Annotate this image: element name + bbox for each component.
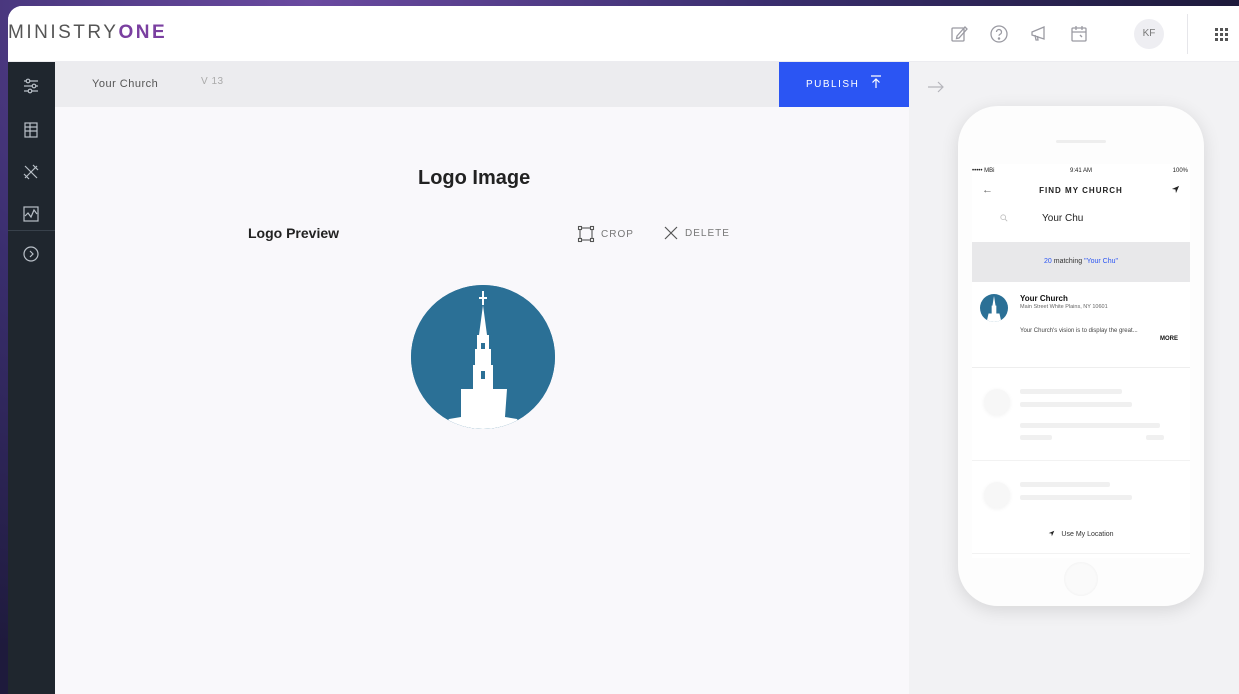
publish-button[interactable]: PUBLISH [779,62,909,107]
arrow-right-icon[interactable] [927,81,945,93]
version-label: V 13 [201,76,224,87]
section-label: Logo Preview [248,225,340,241]
help-icon[interactable] [989,24,1009,44]
phone-nav-title: FIND MY CHURCH [1039,186,1123,195]
home-button [1064,562,1098,596]
placeholder-avatar [984,389,1010,415]
close-icon [664,226,678,240]
match-text: matching [1051,258,1085,265]
arrow-circle-icon[interactable] [21,244,41,264]
sliders-icon[interactable] [21,76,41,96]
placeholder-row [972,369,1190,461]
upload-icon [871,75,881,88]
search-input[interactable]: Your Chu [1042,213,1083,224]
result-name: Your Church [1020,294,1068,303]
location-arrow-icon [1049,530,1055,537]
match-count: 20 [1044,258,1052,265]
location-arrow-icon[interactable] [1171,185,1180,194]
brand-suffix: ONE [118,22,168,43]
location-label: Use My Location [1061,531,1114,538]
more-link[interactable]: MORE [1160,336,1178,342]
crop-icon [577,225,595,243]
edit-icon[interactable] [949,24,969,44]
status-time: 9:41 AM [1069,168,1092,174]
page-title: Logo Image [418,167,531,189]
crop-label: CROP [601,228,634,240]
placeholder-avatar [984,482,1010,508]
layers-icon[interactable] [21,120,41,140]
sidebar-divider [8,230,55,231]
result-address: Main Street White Plains, NY 10601 [1020,304,1108,310]
battery-label: 100% [1172,168,1188,174]
brand-prefix: MINISTRY [8,22,119,43]
main-editor: Logo Image Logo Preview CROP DELETE [55,107,909,694]
match-summary: 20 matching "Your Chu" [972,242,1190,282]
placeholder-line [1020,402,1132,407]
steeple-icon [986,295,1002,322]
brand-logo[interactable]: MINISTRYONE [8,22,167,44]
church-name[interactable]: Your Church [92,78,158,90]
phone-search[interactable]: Your Chu [972,210,1190,230]
placeholder-line [1020,423,1160,428]
crop-button[interactable]: CROP [577,225,634,243]
header-divider [1187,14,1188,54]
phone-screen: ••••• MBi 9:41 AM 100% ← FIND MY CHURCH … [972,164,1190,558]
church-logo-preview [411,285,555,429]
match-query: "Your Chu" [1084,258,1118,265]
steeple-icon [411,285,555,429]
placeholder-line [1146,435,1164,440]
church-result-card[interactable]: Your Church Main Street White Plains, NY… [972,282,1190,368]
placeholder-line [1020,482,1110,487]
placeholder-line [1020,435,1052,440]
phone-speaker [1056,140,1106,143]
delete-button[interactable]: DELETE [663,225,730,241]
top-bar: MINISTRYONE KF [8,6,1239,62]
user-avatar[interactable]: KF [1134,19,1164,49]
grid-icon[interactable] [1211,24,1231,44]
sidebar [8,62,55,694]
mobile-preview-panel: ••••• MBi 9:41 AM 100% ← FIND MY CHURCH … [909,62,1239,694]
phone-mockup: ••••• MBi 9:41 AM 100% ← FIND MY CHURCH … [958,106,1204,606]
phone-nav: ← FIND MY CHURCH [972,182,1190,200]
delete-label: DELETE [685,227,730,239]
analytics-icon[interactable] [21,204,41,224]
project-bar: Your Church V 13 [55,62,779,107]
tools-icon[interactable] [21,162,41,182]
publish-label: PUBLISH [806,79,860,90]
church-avatar [980,294,1008,322]
placeholder-line [1020,495,1132,500]
announcement-icon[interactable] [1029,24,1049,44]
placeholder-line [1020,389,1122,394]
app-window: MINISTRYONE KF Your Church V 13 PUBLISH … [8,6,1239,694]
status-bar: ••••• MBi 9:41 AM 100% [972,168,1190,178]
use-my-location-button[interactable]: Use My Location [972,520,1190,550]
search-icon [1000,214,1008,222]
result-description: Your Church's vision is to display the g… [1020,328,1138,334]
calendar-icon[interactable] [1069,24,1089,44]
